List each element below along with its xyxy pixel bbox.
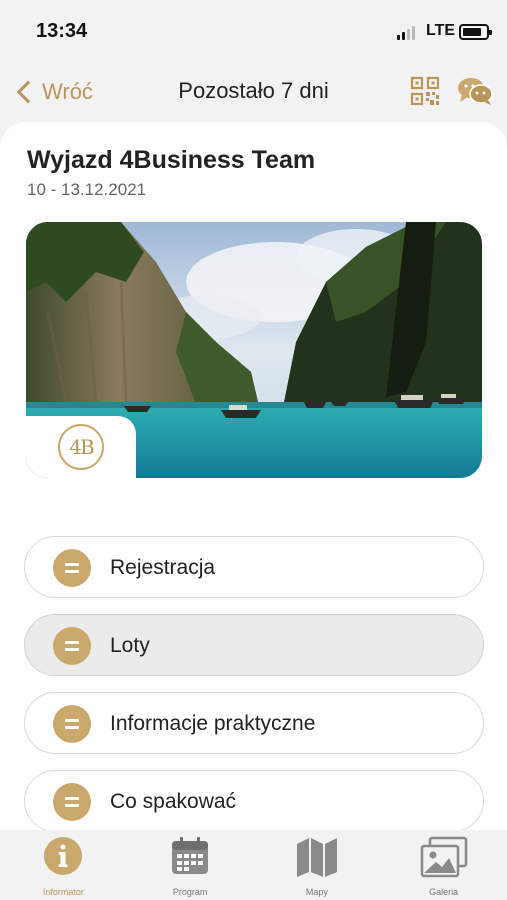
map-icon <box>296 838 337 877</box>
menu-list: Rejestracja Loty Informacje praktyczne C… <box>24 536 484 848</box>
trip-title: Wyjazd 4Business Team <box>27 146 316 174</box>
tab-program[interactable]: Program <box>127 830 254 900</box>
menu-item-label: Loty <box>110 634 150 657</box>
nav-bar: Wróć Pozostało 7 dni <box>0 62 507 122</box>
menu-item-informacje-praktyczne[interactable]: Informacje praktyczne <box>24 692 484 754</box>
tab-mapy[interactable]: Mapy <box>254 830 381 900</box>
menu-lines-icon <box>53 549 91 587</box>
network-label: LTE <box>426 22 456 39</box>
menu-item-label: Co spakować <box>110 790 237 813</box>
status-time: 13:34 <box>36 20 88 42</box>
menu-item-label: Rejestracja <box>110 556 216 579</box>
info-icon <box>44 837 83 875</box>
menu-lines-icon <box>53 627 91 665</box>
menu-lines-icon <box>53 705 91 743</box>
menu-item-co-spakowac[interactable]: Co spakować <box>24 770 484 832</box>
battery-icon <box>459 24 492 40</box>
trip-dates: 10 - 13.12.2021 <box>27 180 147 199</box>
calendar-icon <box>172 837 209 874</box>
menu-item-label: Informacje praktyczne <box>110 712 316 735</box>
tab-label: Informator <box>42 887 84 897</box>
company-logo: 4B <box>58 424 104 470</box>
chat-bubbles-icon[interactable] <box>457 76 493 106</box>
tab-informator[interactable]: Informator <box>0 830 127 900</box>
trip-card: Wyjazd 4Business Team 10 - 13.12.2021 4B… <box>0 122 507 832</box>
signal-icon <box>397 26 419 40</box>
tab-bar: Informator Program Mapy Galeria <box>0 830 507 900</box>
logo-badge: 4B <box>26 416 136 478</box>
tab-label: Program <box>172 887 208 897</box>
menu-item-rejestracja[interactable]: Rejestracja <box>24 536 484 598</box>
menu-lines-icon <box>53 783 91 821</box>
tab-label: Galeria <box>429 887 459 897</box>
status-bar: 13:34 LTE <box>0 0 507 62</box>
menu-item-loty[interactable]: Loty <box>24 614 484 676</box>
tab-label: Mapy <box>305 887 328 897</box>
qr-code-icon[interactable] <box>410 76 440 106</box>
tab-galeria[interactable]: Galeria <box>380 830 507 900</box>
hero-image: 4B <box>26 222 482 478</box>
gallery-icon <box>420 836 467 878</box>
